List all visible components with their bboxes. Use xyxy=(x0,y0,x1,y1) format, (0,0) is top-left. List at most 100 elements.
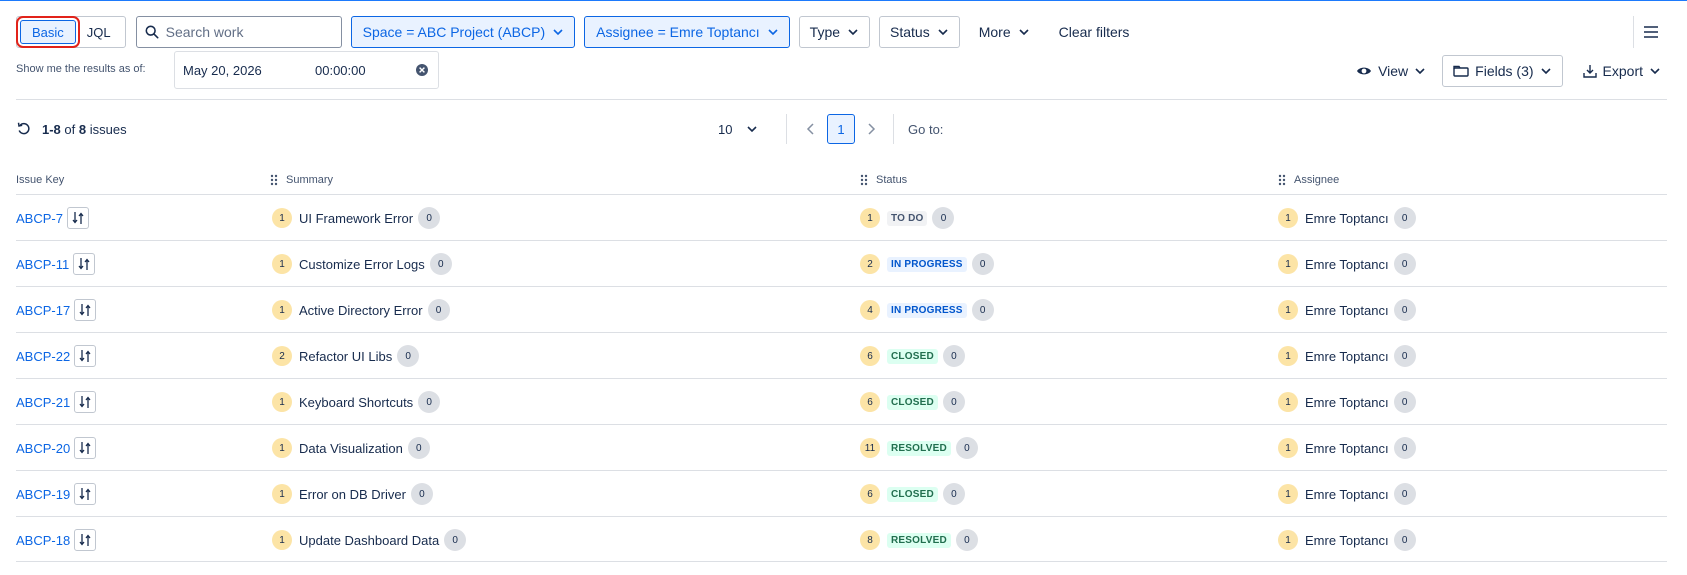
summary-version-badge: 1 xyxy=(272,300,292,320)
summary-version-badge: 1 xyxy=(272,484,292,504)
table-row[interactable]: ABCP-7 1 UI Framework Error 0 1 TO DO 0 … xyxy=(16,194,1667,240)
column-header-key[interactable]: Issue Key xyxy=(16,170,64,190)
transition-button[interactable] xyxy=(74,299,97,321)
view-tools: View Fields (3) Export xyxy=(1346,55,1671,87)
issue-key-link[interactable]: ABCP-17 xyxy=(16,303,70,318)
menu-button[interactable] xyxy=(1635,16,1667,48)
chevron-down-icon xyxy=(938,29,948,36)
jql-mode-button[interactable]: JQL xyxy=(76,20,122,44)
previous-page-button[interactable] xyxy=(801,114,821,144)
summary-text[interactable]: Refactor UI Libs xyxy=(299,349,392,364)
space-filter-chip[interactable]: Space = ABC Project (ABCP) xyxy=(350,16,576,48)
search-field[interactable] xyxy=(135,16,342,48)
drag-handle-icon[interactable] xyxy=(1278,174,1286,186)
assignee-name[interactable]: Emre Toptancı xyxy=(1305,533,1389,548)
page-number-button[interactable]: 1 xyxy=(827,114,855,144)
table-row[interactable]: ABCP-18 1 Update Dashboard Data 0 8 RESO… xyxy=(16,516,1667,562)
summary-count-badge: 0 xyxy=(427,299,450,321)
status-version-badge: 1 xyxy=(860,208,880,228)
status-lozenge[interactable]: CLOSED xyxy=(887,394,938,410)
next-page-button[interactable] xyxy=(861,114,881,144)
transition-button[interactable] xyxy=(74,529,97,551)
go-to-page[interactable]: Go to: xyxy=(908,122,943,137)
issue-key-link[interactable]: ABCP-11 xyxy=(16,257,69,272)
more-filters-button[interactable]: More xyxy=(969,16,1040,48)
transition-icon xyxy=(79,304,91,316)
transition-button[interactable] xyxy=(73,253,96,275)
column-header-summary[interactable]: Summary xyxy=(270,170,333,190)
status-lozenge[interactable]: IN PROGRESS xyxy=(887,256,967,272)
summary-text[interactable]: Error on DB Driver xyxy=(299,487,406,502)
status-lozenge[interactable]: TO DO xyxy=(887,210,928,226)
chevron-down-icon xyxy=(1415,68,1425,75)
table-row[interactable]: ABCP-21 1 Keyboard Shortcuts 0 6 CLOSED … xyxy=(16,378,1667,424)
assignee-count-badge: 0 xyxy=(1393,207,1416,229)
assignee-name[interactable]: Emre Toptancı xyxy=(1305,303,1389,318)
drag-handle-icon[interactable] xyxy=(270,174,278,186)
close-circle-icon[interactable] xyxy=(415,63,429,77)
as-of-date[interactable]: May 20, 2026 xyxy=(183,63,315,78)
assignee-cell: 1 Emre Toptancı 0 xyxy=(1278,471,1416,517)
pager-divider xyxy=(786,114,787,144)
status-lozenge[interactable]: CLOSED xyxy=(887,486,938,502)
issue-key-link[interactable]: ABCP-20 xyxy=(16,441,70,456)
issue-key-link[interactable]: ABCP-7 xyxy=(16,211,63,226)
status-lozenge[interactable]: RESOLVED xyxy=(887,532,951,548)
clear-filters-button[interactable]: Clear filters xyxy=(1049,16,1140,48)
refresh-icon[interactable] xyxy=(16,121,32,137)
assignee-name[interactable]: Emre Toptancı xyxy=(1305,211,1389,226)
issue-key-cell: ABCP-20 xyxy=(16,425,97,471)
fields-button[interactable]: Fields (3) xyxy=(1442,55,1563,87)
summary-text[interactable]: Customize Error Logs xyxy=(299,257,425,272)
assignee-name[interactable]: Emre Toptancı xyxy=(1305,257,1389,272)
summary-count-badge: 0 xyxy=(410,483,433,505)
basic-mode-button[interactable]: Basic xyxy=(16,16,80,48)
issue-key-link[interactable]: ABCP-21 xyxy=(16,395,70,410)
status-lozenge[interactable]: IN PROGRESS xyxy=(887,302,967,318)
type-filter-label: Type xyxy=(809,24,841,40)
transition-button[interactable] xyxy=(74,391,97,413)
table-row[interactable]: ABCP-22 2 Refactor UI Libs 0 6 CLOSED 0 … xyxy=(16,332,1667,378)
as-of-time[interactable]: 00:00:00 xyxy=(315,63,415,78)
transition-button[interactable] xyxy=(74,483,97,505)
page-size-select[interactable]: 10 xyxy=(718,122,774,137)
status-lozenge[interactable]: RESOLVED xyxy=(887,440,951,456)
table-row[interactable]: ABCP-20 1 Data Visualization 0 11 RESOLV… xyxy=(16,424,1667,470)
summary-text[interactable]: Update Dashboard Data xyxy=(299,533,439,548)
assignee-name[interactable]: Emre Toptancı xyxy=(1305,487,1389,502)
issue-key-link[interactable]: ABCP-22 xyxy=(16,349,70,364)
column-header-assignee[interactable]: Assignee xyxy=(1278,170,1339,190)
assignee-filter-chip[interactable]: Assignee = Emre Toptancı xyxy=(584,16,790,48)
chevron-down-icon xyxy=(553,29,563,36)
status-lozenge[interactable]: CLOSED xyxy=(887,348,938,364)
column-header-status[interactable]: Status xyxy=(860,170,907,190)
issue-key-link[interactable]: ABCP-19 xyxy=(16,487,70,502)
summary-text[interactable]: Active Directory Error xyxy=(299,303,423,318)
table-row[interactable]: ABCP-11 1 Customize Error Logs 0 2 IN PR… xyxy=(16,240,1667,286)
issue-key-link[interactable]: ABCP-18 xyxy=(16,533,70,548)
table-row[interactable]: ABCP-17 1 Active Directory Error 0 4 IN … xyxy=(16,286,1667,332)
summary-text[interactable]: Keyboard Shortcuts xyxy=(299,395,413,410)
assignee-name[interactable]: Emre Toptancı xyxy=(1305,395,1389,410)
type-filter-dropdown[interactable]: Type xyxy=(798,16,871,48)
search-input[interactable] xyxy=(165,24,326,40)
assignee-name[interactable]: Emre Toptancı xyxy=(1305,441,1389,456)
summary-count-badge: 0 xyxy=(429,253,452,275)
table-row[interactable]: ABCP-19 1 Error on DB Driver 0 6 CLOSED … xyxy=(16,470,1667,516)
status-cell: 2 IN PROGRESS 0 xyxy=(860,241,994,287)
assignee-name[interactable]: Emre Toptancı xyxy=(1305,349,1389,364)
summary-text[interactable]: UI Framework Error xyxy=(299,211,413,226)
view-button[interactable]: View xyxy=(1346,55,1436,87)
summary-version-badge: 1 xyxy=(272,208,292,228)
assignee-version-badge: 1 xyxy=(1278,346,1298,366)
transition-button[interactable] xyxy=(66,207,89,229)
export-button[interactable]: Export xyxy=(1573,55,1671,87)
status-version-badge: 6 xyxy=(860,484,880,504)
summary-cell: 1 Active Directory Error 0 xyxy=(272,287,450,333)
summary-text[interactable]: Data Visualization xyxy=(299,441,403,456)
transition-button[interactable] xyxy=(74,345,97,367)
as-of-picker[interactable]: May 20, 2026 00:00:00 xyxy=(174,51,439,89)
transition-button[interactable] xyxy=(74,437,97,459)
status-filter-dropdown[interactable]: Status xyxy=(879,16,960,48)
drag-handle-icon[interactable] xyxy=(860,174,868,186)
